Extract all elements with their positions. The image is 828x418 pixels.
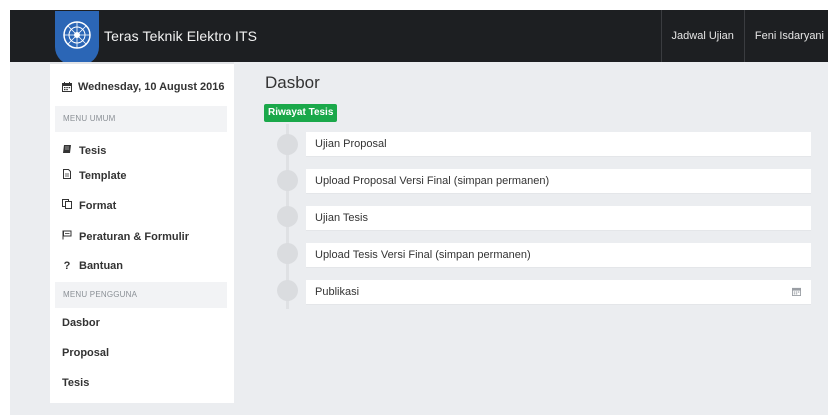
sidebar-item-label: Proposal xyxy=(62,347,110,359)
page-title: Dasbor xyxy=(265,73,320,92)
sidebar-item-tesis-user[interactable]: Tesis xyxy=(62,377,89,389)
timeline-item-upload-tesis[interactable]: Upload Tesis Versi Final (simpan permane… xyxy=(306,243,811,268)
nav-jadwal-ujian[interactable]: Jadwal Ujian xyxy=(660,10,744,62)
timeline-item-label: Publikasi xyxy=(315,286,360,298)
sidebar: Wednesday, 10 August 2016 MENU UMUM Tesi… xyxy=(50,62,234,403)
calendar-icon xyxy=(62,82,72,92)
emblem-icon xyxy=(63,21,91,49)
timeline-item-upload-proposal[interactable]: Upload Proposal Versi Final (simpan perm… xyxy=(306,169,811,194)
book-icon xyxy=(62,144,72,157)
timeline-dot xyxy=(277,243,298,264)
timeline-item-ujian-tesis[interactable]: Ujian Tesis xyxy=(306,206,811,231)
sidebar-item-label: Bantuan xyxy=(79,260,123,272)
timeline-item-ujian-proposal[interactable]: Ujian Proposal xyxy=(306,132,811,157)
sidebar-item-label: Tesis xyxy=(79,144,107,157)
top-navbar: Teras Teknik Elektro ITS Jadwal Ujian Fe… xyxy=(10,10,828,65)
its-logo[interactable] xyxy=(55,11,99,65)
sidebar-item-bantuan[interactable]: ? Bantuan xyxy=(62,260,123,272)
copy-icon xyxy=(62,199,72,212)
question-icon: ? xyxy=(63,260,71,272)
sidebar-item-label: Tesis xyxy=(62,377,90,389)
nav-user-menu[interactable]: Feni Isdaryani xyxy=(743,10,828,62)
sidebar-item-label: Peraturan & Formulir xyxy=(79,230,190,243)
timeline-dot xyxy=(277,134,298,155)
sidebar-item-label: Format xyxy=(79,199,117,212)
sidebar-date: Wednesday, 10 August 2016 xyxy=(62,81,225,93)
section-menu-pengguna: MENU PENGGUNA xyxy=(55,282,227,308)
sidebar-item-label: Dasbor xyxy=(62,317,100,329)
sidebar-item-tesis[interactable]: Tesis xyxy=(62,144,106,157)
date-text: Wednesday, 10 August 2016 xyxy=(78,81,225,93)
tab-riwayat-tesis[interactable]: Riwayat Tesis xyxy=(264,104,338,122)
calendar-icon[interactable] xyxy=(792,287,801,296)
section-menu-umum: MENU UMUM xyxy=(55,106,227,132)
sidebar-item-template[interactable]: Template xyxy=(62,169,126,182)
sidebar-item-proposal[interactable]: Proposal xyxy=(62,347,109,359)
timeline-item-publikasi[interactable]: Publikasi xyxy=(306,280,811,305)
file-icon xyxy=(62,169,72,182)
sidebar-item-label: Template xyxy=(79,169,127,182)
timeline-dot xyxy=(277,280,298,301)
brand-title[interactable]: Teras Teknik Elektro ITS xyxy=(104,28,257,44)
timeline-dot xyxy=(277,206,298,227)
timeline-dot xyxy=(277,170,298,191)
sidebar-item-format[interactable]: Format xyxy=(62,199,116,212)
sidebar-item-peraturan[interactable]: Peraturan & Formulir xyxy=(62,230,189,243)
flag-icon xyxy=(62,230,72,243)
sidebar-item-dasbor[interactable]: Dasbor xyxy=(62,317,100,329)
